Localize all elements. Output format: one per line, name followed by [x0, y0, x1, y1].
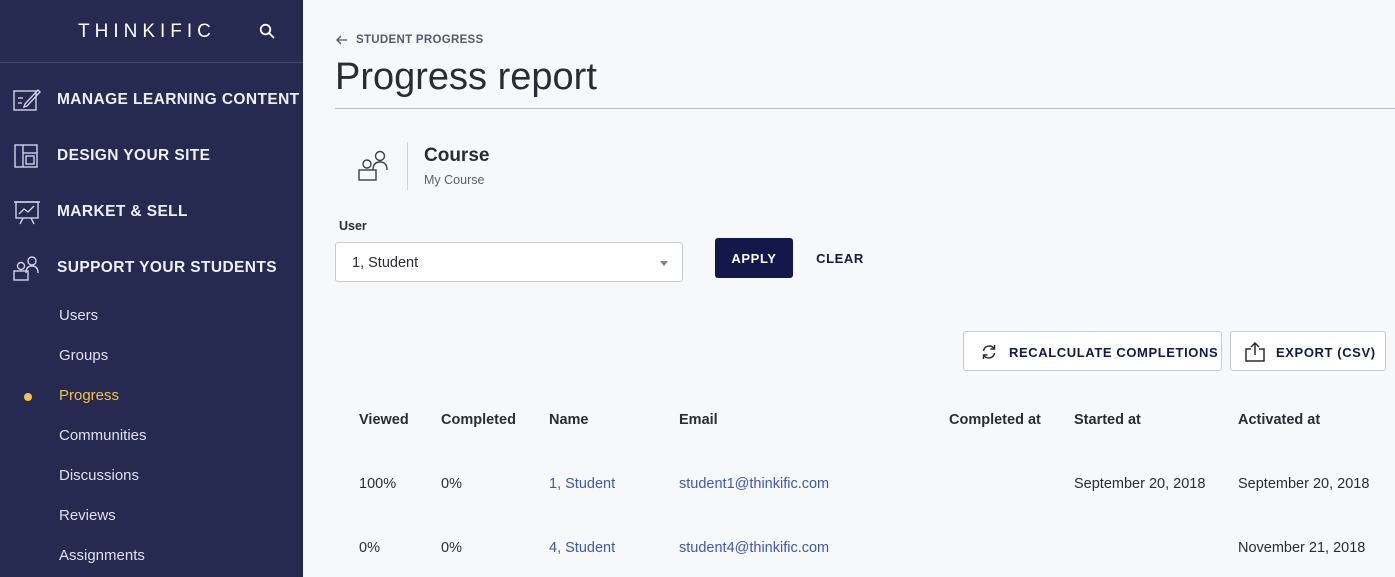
student-email-link[interactable]: student4@thinkific.com — [679, 540, 829, 556]
breadcrumb[interactable]: STUDENT PROGRESS — [336, 34, 483, 46]
logo[interactable]: THINKIFIC — [78, 21, 216, 43]
page-title: Progress report — [335, 56, 597, 98]
user-label: User — [339, 219, 367, 233]
sidebar-item-groups[interactable]: Groups — [0, 336, 303, 376]
nav-manage-learning-content[interactable]: MANAGE LEARNING CONTENT — [0, 72, 303, 128]
breadcrumb-label: STUDENT PROGRESS — [356, 34, 484, 46]
sidebar-item-label: Reviews — [59, 507, 116, 524]
user-select[interactable]: 1, Student — [335, 242, 683, 282]
active-indicator — [24, 393, 32, 401]
sidebar-item-progress[interactable]: Progress — [0, 376, 303, 416]
column-header-started-at[interactable]: Started at — [1074, 412, 1141, 428]
student-name-link[interactable]: 1, Student — [549, 476, 615, 492]
layout-icon — [14, 144, 38, 168]
sidebar-item-label: Groups — [59, 347, 109, 364]
cell-activated-at: September 20, 2018 — [1238, 476, 1370, 492]
sidebar-item-communities[interactable]: Communities — [0, 416, 303, 456]
export-csv-button[interactable]: EXPORT (CSV) — [1230, 331, 1386, 371]
refresh-icon — [982, 345, 996, 359]
clear-button[interactable]: CLEAR — [808, 238, 872, 278]
column-header-email[interactable]: Email — [679, 412, 718, 428]
nav-label: SUPPORT YOUR STUDENTS — [57, 259, 277, 276]
apply-button[interactable]: APPLY — [715, 238, 793, 278]
student-email-link[interactable]: student1@thinkific.com — [679, 476, 829, 492]
nav-design-your-site[interactable]: DESIGN YOUR SITE — [0, 128, 303, 184]
sidebar-item-label: Users — [59, 307, 99, 324]
recalculate-label: RECALCULATE COMPLETIONS — [1009, 345, 1219, 360]
column-header-name[interactable]: Name — [549, 412, 589, 428]
sidebar-item-label: Communities — [59, 427, 147, 444]
sidebar-item-label: Assignments — [59, 547, 145, 564]
student-name-link[interactable]: 4, Student — [549, 540, 615, 556]
sidebar-item-discussions[interactable]: Discussions — [0, 456, 303, 496]
sidebar-item-label: Discussions — [59, 467, 140, 484]
course-block: Course My Course — [358, 142, 558, 190]
edit-icon — [13, 88, 41, 111]
sidebar-header: THINKIFIC — [0, 0, 303, 63]
divider — [407, 142, 408, 190]
recalculate-completions-button[interactable]: RECALCULATE COMPLETIONS — [963, 331, 1222, 371]
students-icon — [358, 150, 388, 181]
sidebar-item-assignments[interactable]: Assignments — [0, 536, 303, 576]
nav-market-and-sell[interactable]: MARKET & SELL — [0, 184, 303, 240]
upload-icon — [1245, 341, 1265, 362]
cell-completed: 0% — [441, 476, 462, 492]
sidebar-item-reviews[interactable]: Reviews — [0, 496, 303, 536]
main-content: STUDENT PROGRESS Progress report Course … — [303, 0, 1395, 577]
nav-label: MARKET & SELL — [57, 203, 188, 220]
presentation-icon — [14, 201, 40, 225]
cell-started-at: September 20, 2018 — [1074, 476, 1206, 492]
nav-label: DESIGN YOUR SITE — [57, 147, 211, 164]
caret-down-icon — [660, 261, 668, 266]
nav-label: MANAGE LEARNING CONTENT — [57, 91, 300, 108]
column-header-viewed[interactable]: Viewed — [359, 412, 409, 428]
column-header-completed-at[interactable]: Completed at — [949, 412, 1041, 428]
divider — [335, 108, 1395, 109]
arrow-left-icon — [336, 35, 347, 45]
students-icon — [13, 256, 39, 281]
cell-completed: 0% — [441, 540, 462, 556]
search-icon[interactable] — [259, 23, 275, 39]
course-heading: Course — [424, 145, 490, 166]
cell-activated-at: November 21, 2018 — [1238, 540, 1366, 556]
sidebar-item-users[interactable]: Users — [0, 296, 303, 336]
cell-viewed: 100% — [359, 476, 397, 492]
nav-support-your-students[interactable]: SUPPORT YOUR STUDENTS — [0, 240, 303, 296]
column-header-activated-at[interactable]: Activated at — [1238, 412, 1320, 428]
user-select-value: 1, Student — [352, 255, 419, 271]
column-header-completed[interactable]: Completed — [441, 412, 516, 428]
course-name: My Course — [424, 173, 485, 187]
export-label: EXPORT (CSV) — [1276, 345, 1376, 360]
sidebar: THINKIFIC MANAGE LEARNING CONTENT DESIGN… — [0, 0, 303, 577]
cell-viewed: 0% — [359, 540, 380, 556]
sidebar-item-label: Progress — [59, 387, 120, 404]
